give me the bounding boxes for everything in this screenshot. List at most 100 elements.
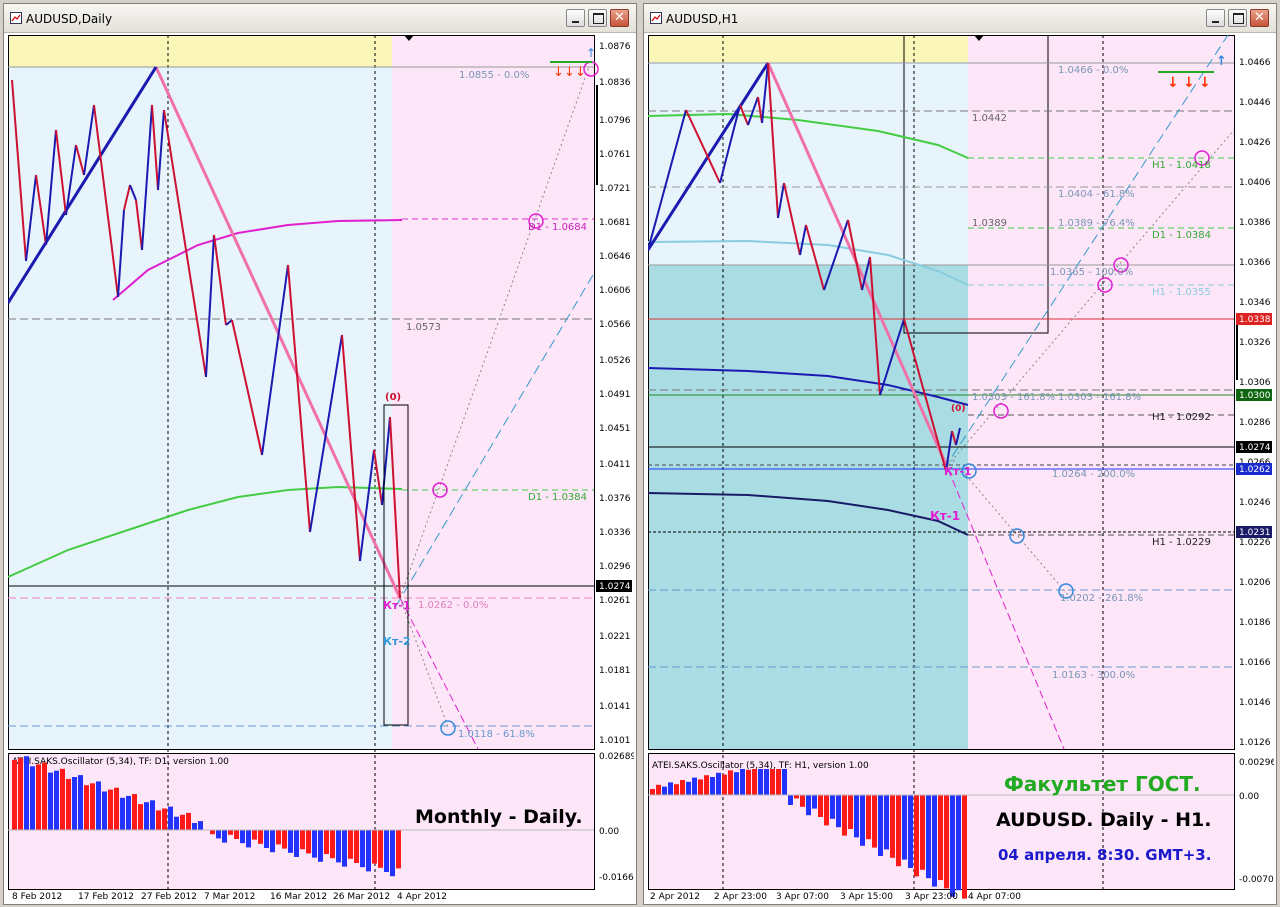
h1-chart[interactable]: ↓ ↓ ↓ ↑ 1.0466 - 0.0% 1.0442 H1 - 1.0418…: [648, 35, 1274, 901]
svg-text:1.0761: 1.0761: [599, 150, 631, 160]
maximize-button[interactable]: [1228, 9, 1247, 27]
svg-text:8 Feb 2012: 8 Feb 2012: [12, 892, 62, 901]
oscillator-bar: [24, 756, 29, 830]
close-icon: ✕: [614, 10, 625, 25]
level-label: H1 - 1.0418: [1152, 160, 1211, 171]
level-label: 1.0163 - 300.0%: [1052, 670, 1135, 681]
close-button[interactable]: ✕: [610, 9, 629, 27]
svg-text:1.0166: 1.0166: [1239, 658, 1271, 668]
svg-text:2 Apr 23:00: 2 Apr 23:00: [714, 892, 767, 901]
buy-arrow-icon: ↑: [1216, 54, 1227, 69]
oscillator-bar: [842, 795, 847, 836]
titlebar-daily[interactable]: AUDUSD,Daily ✕: [4, 4, 636, 33]
oscillator-bar: [728, 770, 733, 795]
level-label: 1.0389 - 76.4%: [1058, 218, 1135, 229]
svg-text:17 Feb 2012: 17 Feb 2012: [78, 892, 134, 901]
oscillator-bar: [258, 830, 263, 844]
svg-text:1.0326: 1.0326: [1239, 338, 1271, 348]
svg-text:27 Feb 2012: 27 Feb 2012: [141, 892, 197, 901]
oscillator-bar: [722, 774, 727, 795]
level-label: 1.0573: [406, 322, 441, 333]
oscillator-bar: [186, 812, 191, 830]
oscillator-bar: [830, 795, 835, 819]
daily-chart[interactable]: ↓ ↓ ↓ ↑ 1.0855 - 0.0% D1 - 1.0684 1.0573…: [8, 35, 634, 901]
oscillator-bar: [96, 781, 101, 830]
oscillator-bar: [312, 830, 317, 858]
oscillator-bar: [908, 795, 913, 868]
top-yellow-zone: [8, 35, 392, 67]
titlebar-h1[interactable]: AUDUSD,H1 ✕: [644, 4, 1276, 33]
oscillator-bar: [710, 777, 715, 795]
oscillator-bar: [866, 795, 871, 840]
oscillator-bar: [306, 830, 311, 854]
svg-text:1.0306: 1.0306: [1239, 378, 1271, 388]
oscillator-bar: [390, 830, 395, 877]
maximize-button[interactable]: [588, 9, 607, 27]
oscillator-bar: [348, 830, 353, 859]
minimize-button[interactable]: [1206, 9, 1225, 27]
teal-zone: [648, 265, 968, 749]
caption-faculty: Факультет ГОСТ.: [1004, 772, 1201, 796]
oscillator-bar: [770, 769, 775, 795]
oscillator-bar: [264, 830, 269, 848]
svg-text:1.0491: 1.0491: [599, 390, 631, 400]
price-box-label: 1.0262: [1239, 465, 1271, 475]
oscillator-bar: [222, 830, 227, 843]
oscillator-bar: [692, 777, 697, 795]
oscillator-bar: [366, 830, 371, 872]
level-label: 1.0303 - 161.8%: [972, 392, 1055, 403]
oscillator-bar: [950, 795, 955, 897]
oscillator-bar: [890, 795, 895, 858]
level-label: 1.0118 - 61.8%: [458, 729, 535, 740]
svg-text:1.0411: 1.0411: [599, 460, 631, 470]
level-label: D1 - 1.0384: [528, 492, 587, 503]
oscillator-bar: [276, 830, 281, 845]
oscillator-bar: [270, 830, 275, 853]
svg-text:1.0366: 1.0366: [1239, 258, 1271, 268]
sell-arrows-icon: ↓ ↓ ↓: [553, 65, 586, 80]
oscillator-bar: [36, 764, 41, 830]
oscillator-bar: [758, 769, 763, 795]
oscillator-bar: [372, 830, 377, 864]
window-audusd-h1[interactable]: AUDUSD,H1 ✕ ↓ ↓ ↓ ↑ 1.0466 - 0.0% 1.0442…: [643, 3, 1277, 905]
level-label: D1 - 1.0384: [1152, 230, 1211, 241]
oscillator-bar: [228, 830, 233, 835]
wave-zero-tag: (0): [951, 404, 966, 414]
svg-text:4 Apr 2012: 4 Apr 2012: [397, 892, 447, 901]
level-label: 1.0404 - 61.8%: [1058, 189, 1135, 200]
oscillator-bar: [860, 795, 865, 846]
oscillator-bar: [788, 795, 793, 805]
svg-text:↓: ↓: [1199, 75, 1211, 91]
oscillator-bar: [920, 795, 925, 870]
current-price-label: 1.0274: [599, 582, 631, 592]
oscillator-bar: [914, 795, 919, 877]
oscillator-bar: [764, 769, 769, 795]
svg-text:1.0876: 1.0876: [599, 42, 631, 52]
oscillator-bar: [330, 830, 335, 859]
oscillator-bar: [818, 795, 823, 817]
svg-text:7 Mar 2012: 7 Mar 2012: [204, 892, 255, 901]
window-audusd-daily[interactable]: AUDUSD,Daily ✕ ↓ ↓ ↓ ↑ 1.0855 - 0.0% D1 …: [3, 3, 637, 905]
close-button[interactable]: ✕: [1250, 9, 1269, 27]
price-box-label: 1.0300: [1239, 391, 1271, 401]
oscillator-bar: [132, 794, 137, 830]
level-label: 1.0389: [972, 218, 1007, 229]
osc-tick: 0.00: [1239, 792, 1259, 802]
oscillator-bar: [716, 772, 721, 795]
svg-text:4 Apr 07:00: 4 Apr 07:00: [968, 892, 1021, 901]
minimize-icon: [1212, 21, 1219, 23]
minimize-button[interactable]: [566, 9, 585, 27]
oscillator-bar: [806, 795, 811, 816]
oscillator-bar: [824, 795, 829, 826]
osc-tick: -0.00703: [1239, 875, 1274, 885]
level-label: 1.0264 - 200.0%: [1052, 469, 1135, 480]
svg-text:↓: ↓: [1183, 75, 1195, 91]
level-label: H1 - 1.0229: [1152, 537, 1211, 548]
oscillator-bar: [680, 780, 685, 795]
oscillator-bar: [66, 778, 71, 830]
svg-text:1.0836: 1.0836: [599, 78, 631, 88]
kt1-tag: Кт-1: [930, 509, 960, 523]
svg-text:1.0681: 1.0681: [599, 218, 631, 228]
oscillator-bar: [662, 786, 667, 795]
oscillator-bar: [776, 769, 781, 795]
